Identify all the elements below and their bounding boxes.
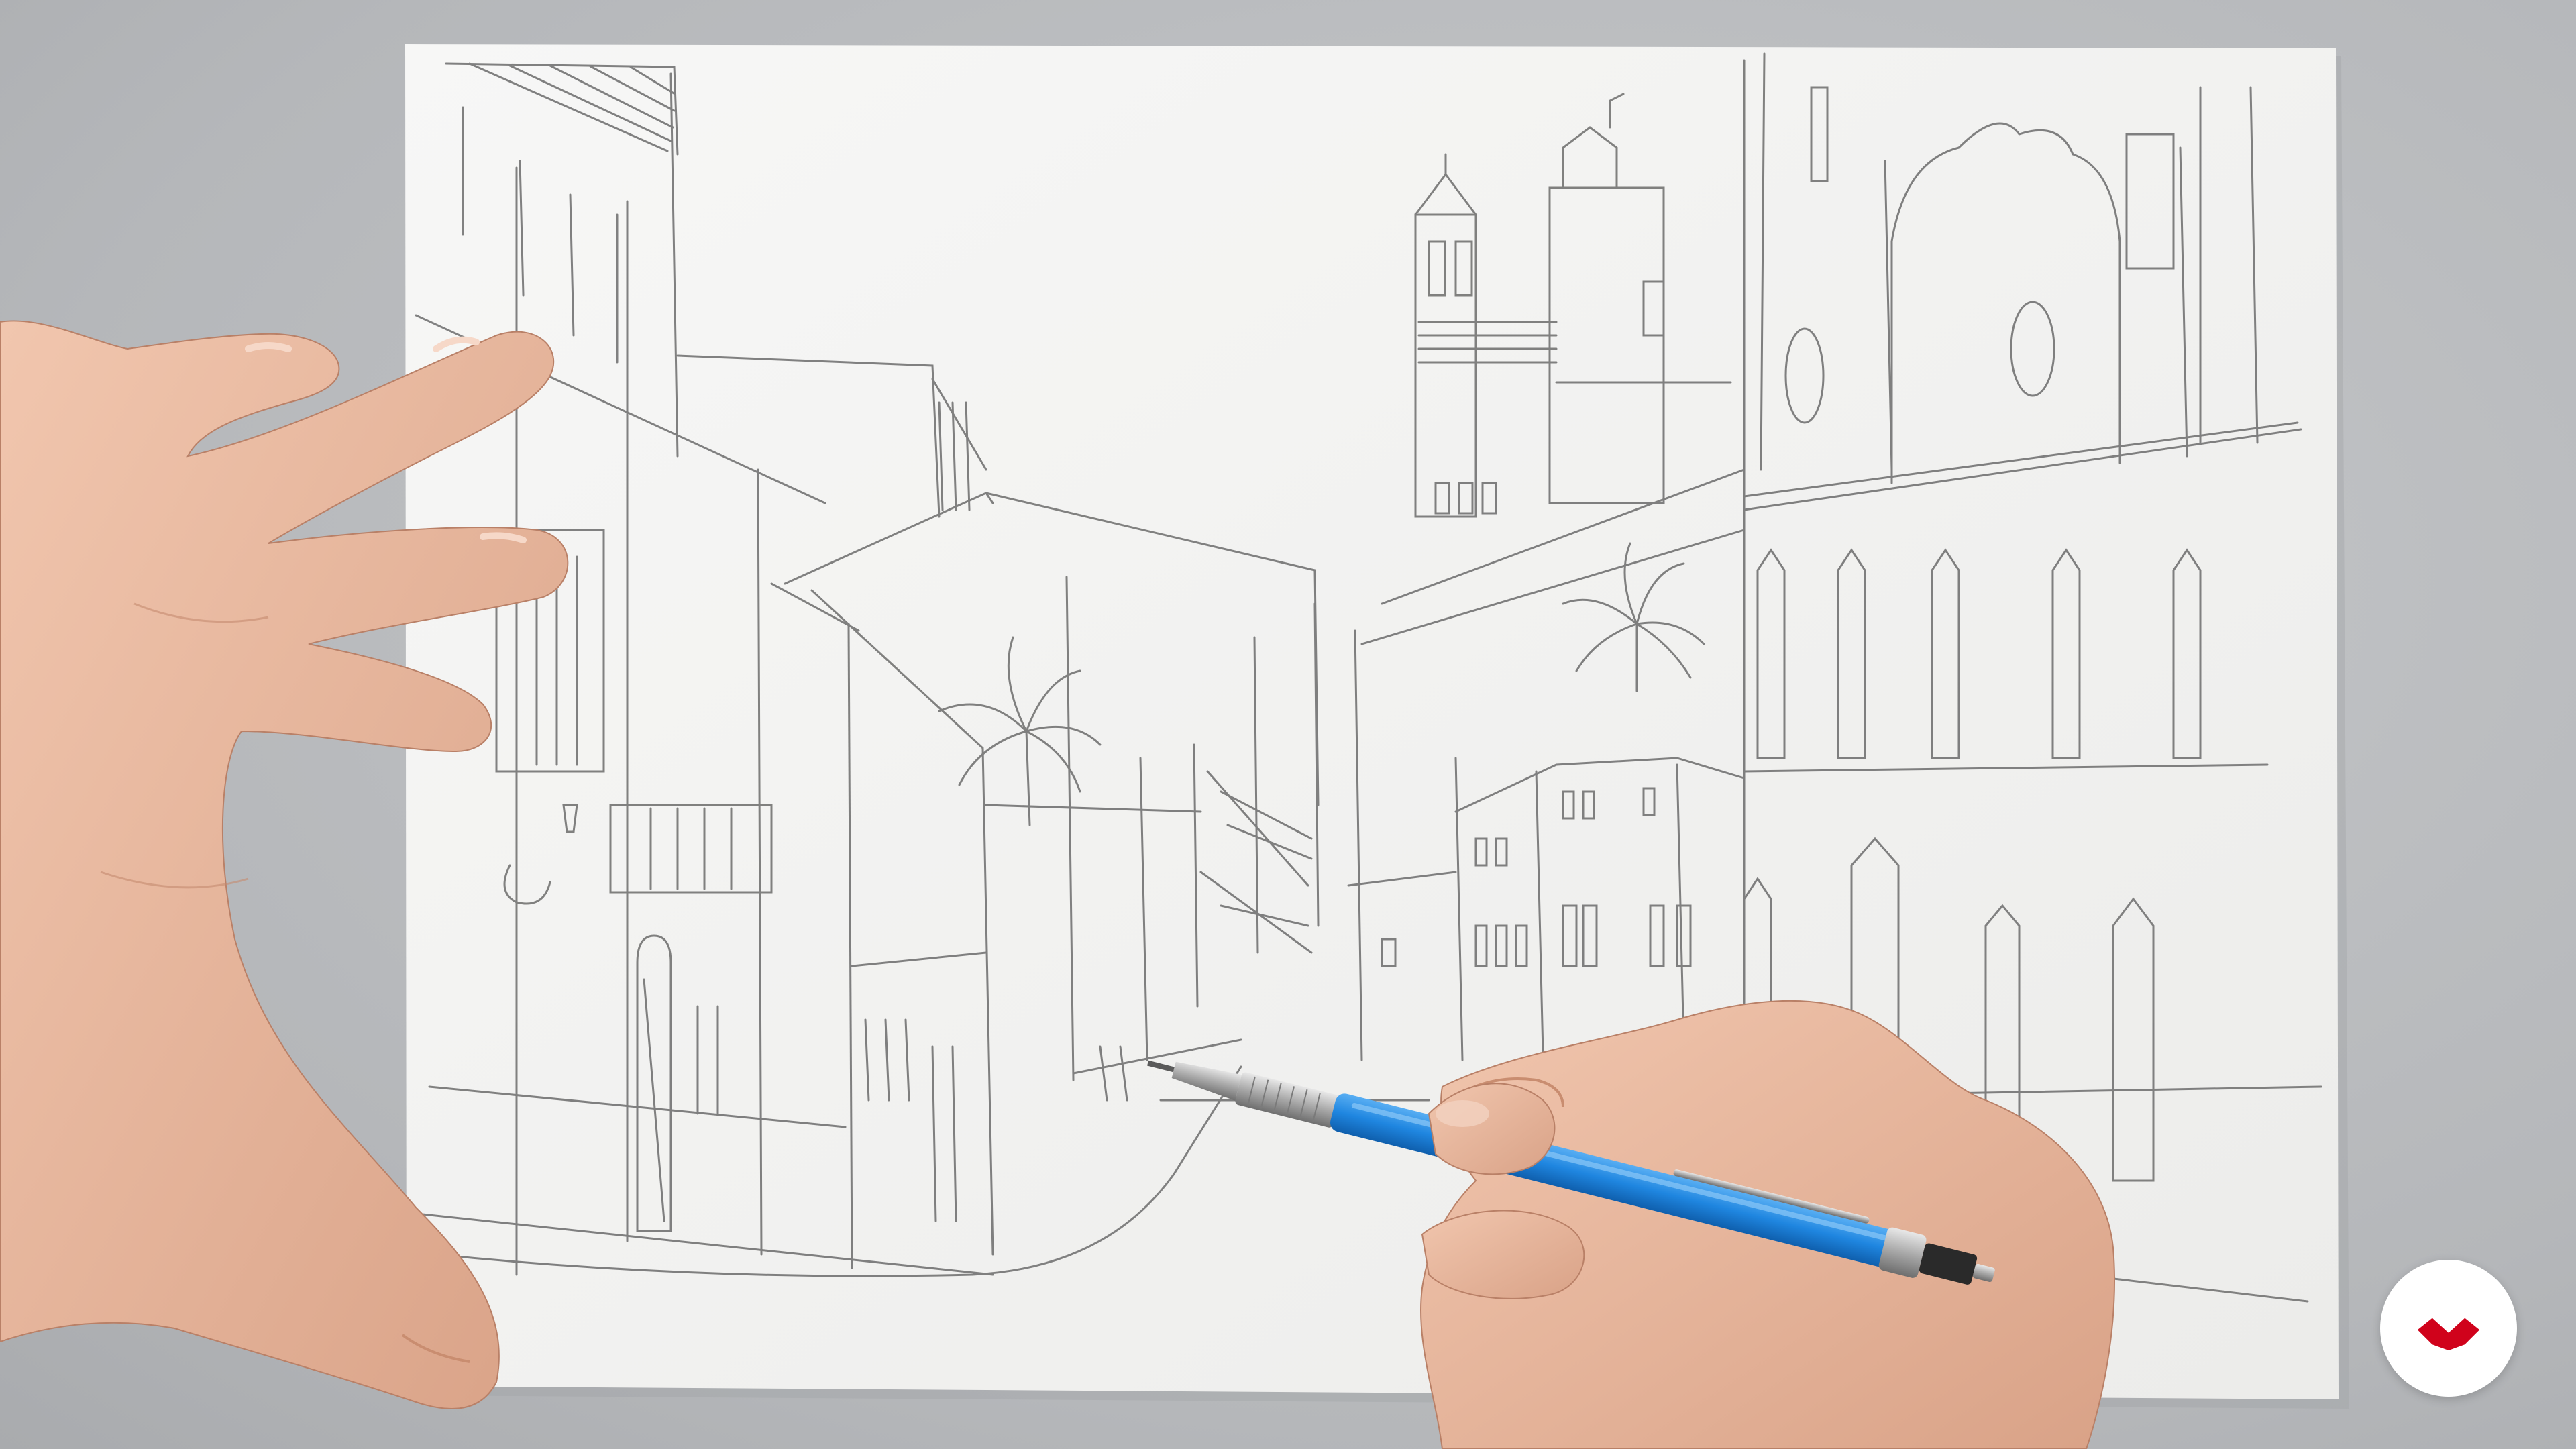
brand-badge[interactable] xyxy=(2380,1260,2517,1397)
brand-logo-icon xyxy=(2417,1310,2480,1350)
photo-stage xyxy=(0,0,2576,1449)
sketch-photo xyxy=(0,44,2349,1449)
